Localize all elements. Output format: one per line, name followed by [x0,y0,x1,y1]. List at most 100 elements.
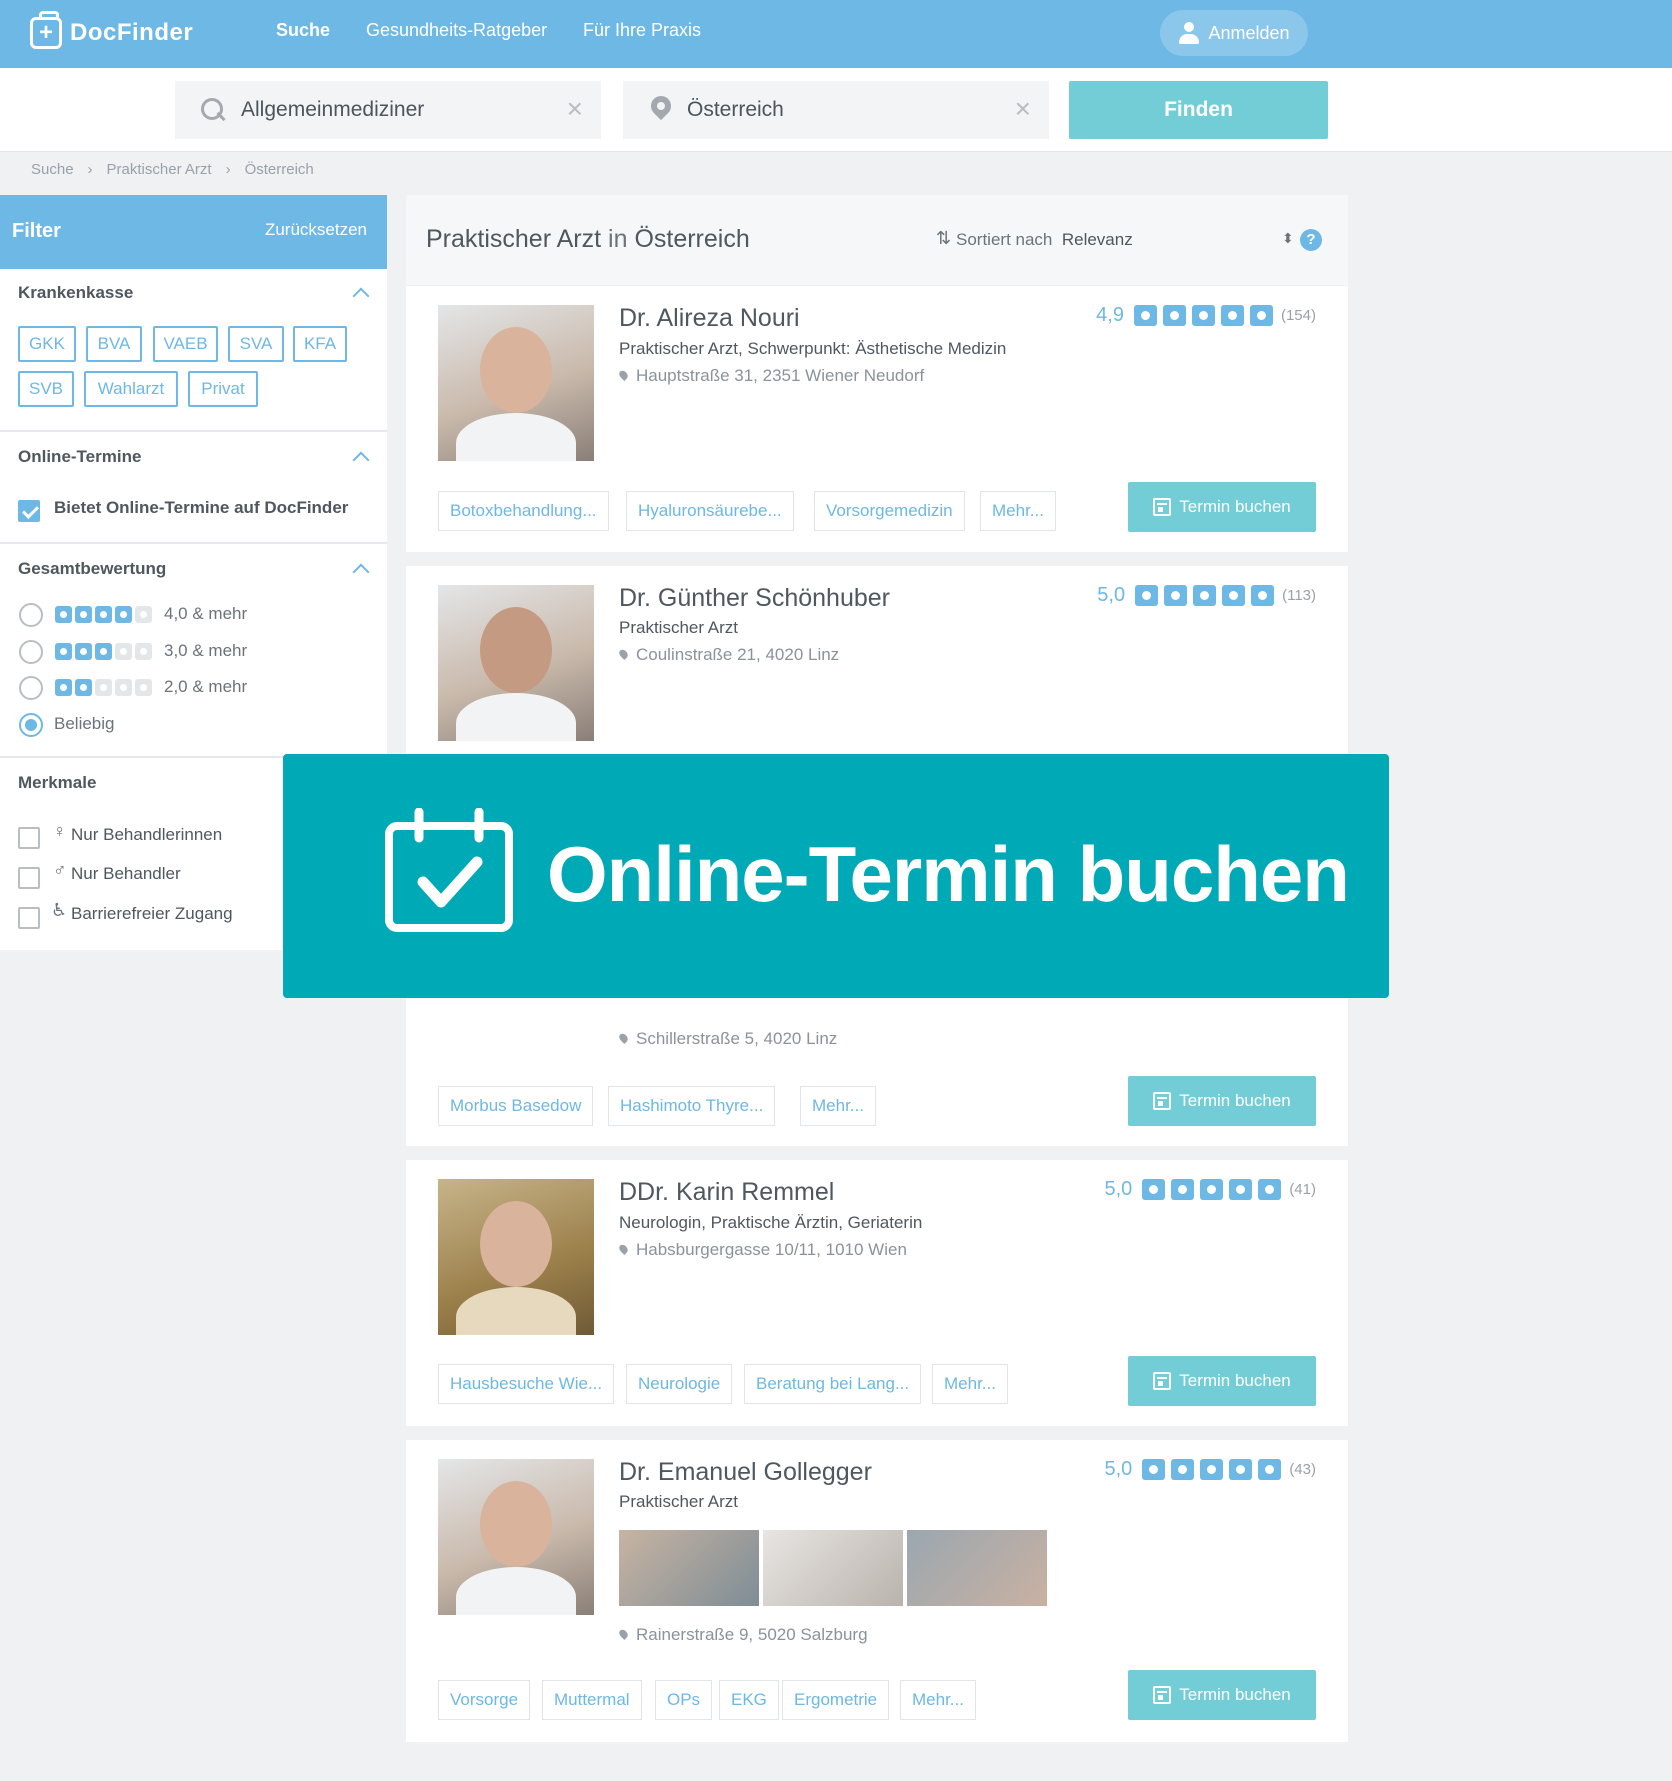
rating-star-icon [1258,1179,1282,1200]
user-icon [1178,22,1200,44]
doctor-avatar[interactable] [438,305,594,461]
section-divider [0,430,387,432]
male-only-label: Nur Behandler [71,864,181,883]
location-search-input[interactable]: Österreich × [623,81,1049,139]
practice-photo[interactable] [619,1530,759,1606]
rating-star-empty-icon [115,643,132,660]
service-tag[interactable]: Botoxbehandlung... [438,491,609,531]
doctor-card: DDr. Karin Remmel Neurologin, Praktische… [406,1160,1348,1426]
insurance-tag-privat[interactable]: Privat [188,371,258,407]
insurance-tag-svb[interactable]: SVB [18,371,74,407]
doctor-avatar[interactable] [438,1179,594,1335]
insurance-tag-bva[interactable]: BVA [86,326,142,362]
nav-fuer-ihre-praxis[interactable]: Für Ihre Praxis [583,20,701,41]
service-tag[interactable]: Hyaluronsäurebe... [626,491,794,531]
location-pin-icon [651,96,671,124]
location-pin-icon [617,648,630,660]
female-only-checkbox[interactable] [18,827,40,849]
rating-star-icon [1229,1179,1253,1200]
rating-label-2: 2,0 & mehr [164,677,248,696]
doctor-name[interactable]: Dr. Alireza Nouri [619,304,800,333]
doctor-rating[interactable]: 5,0 (43) [1105,1458,1316,1481]
doctor-avatar[interactable] [438,585,594,741]
barrier-free-checkbox[interactable] [18,907,40,929]
female-person-icon: ♀ [53,821,67,841]
rating-star-icon [1135,585,1159,606]
service-tag[interactable]: Hausbesuche Wie... [438,1364,615,1404]
doctor-address-text: Hauptstraße 31, 2351 Wiener Neudorf [636,366,925,385]
doctor-specialty: Praktischer Arzt, Schwerpunkt: Ästhetisc… [619,339,1007,358]
nav-suche[interactable]: Suche [276,20,330,41]
location-pin-icon [617,1243,630,1255]
rating-radio-any[interactable] [19,713,43,737]
book-appointment-label: Termin buchen [1179,1091,1291,1110]
service-tag[interactable]: Ergometrie [782,1680,890,1720]
service-tag-more[interactable]: Mehr... [800,1086,876,1126]
login-button[interactable]: Anmelden [1160,10,1308,56]
book-appointment-button[interactable]: Termin buchen [1128,1076,1316,1126]
rating-radio-4[interactable] [19,603,43,627]
doctor-avatar[interactable] [438,1459,594,1615]
doctor-name[interactable]: DDr. Karin Remmel [619,1178,834,1207]
help-icon[interactable]: ? [1300,229,1322,251]
doctor-name[interactable]: Dr. Günther Schönhuber [619,584,890,613]
online-booking-banner: Online-Termin buchen [283,754,1389,998]
doctor-card: Dr. Emanuel Gollegger Praktischer Arzt 5… [406,1440,1348,1742]
nav-gesundheits-ratgeber[interactable]: Gesundheits-Ratgeber [366,20,547,41]
insurance-tag-kfa[interactable]: KFA [293,326,347,362]
book-appointment-button[interactable]: Termin buchen [1128,1670,1316,1720]
service-tag[interactable]: Muttermal [542,1680,642,1720]
clear-specialty-icon[interactable]: × [567,95,583,123]
breadcrumb-suche[interactable]: Suche [31,161,74,178]
book-appointment-button[interactable]: Termin buchen [1128,1356,1316,1406]
service-tag[interactable]: EKG [719,1680,779,1720]
insurance-tag-gkk[interactable]: GKK [18,326,76,362]
service-tag[interactable]: Neurologie [626,1364,733,1404]
service-tag-more[interactable]: Mehr... [980,491,1056,531]
rating-star-icon [55,679,72,696]
service-tag[interactable]: Hashimoto Thyre... [608,1086,776,1126]
online-appointments-checkbox[interactable] [18,500,40,522]
specialty-search-input[interactable]: Allgemeinmediziner × [175,81,601,139]
doctor-rating[interactable]: 5,0 (41) [1105,1178,1316,1201]
select-arrows-icon[interactable]: ⬍ [1282,230,1294,247]
practice-photo[interactable] [907,1530,1047,1606]
insurance-section-title: Krankenkasse [18,283,134,302]
sort-dropdown[interactable]: Sortiert nach Relevanz [956,230,1133,250]
find-button[interactable]: Finden [1069,81,1328,139]
clear-location-icon[interactable]: × [1015,95,1031,123]
insurance-tag-wahlarzt[interactable]: Wahlarzt [84,371,178,407]
service-tag-more[interactable]: Mehr... [900,1680,976,1720]
insurance-tag-sva[interactable]: SVA [228,326,284,362]
male-only-checkbox[interactable] [18,867,40,889]
doctor-address-text: Habsburgergasse 10/11, 1010 Wien [636,1240,907,1259]
doctor-address: Coulinstraße 21, 4020 Linz [617,645,839,665]
search-icon [201,98,225,122]
collapse-online-icon[interactable] [352,451,370,469]
rating-star-icon [1193,585,1217,606]
doctor-rating[interactable]: 5,0 (113) [1097,584,1316,607]
service-tag[interactable]: Beratung bei Lang... [744,1364,922,1404]
doctor-name[interactable]: Dr. Emanuel Gollegger [619,1458,872,1487]
service-tag[interactable]: Vorsorge [438,1680,531,1720]
rating-star-icon [55,643,72,660]
service-tag[interactable]: Morbus Basedow [438,1086,594,1126]
results-title: Praktischer Arzt in Österreich [426,225,750,254]
insurance-tag-vaeb[interactable]: VAEB [153,326,218,362]
filter-reset-link[interactable]: Zurücksetzen [265,220,367,240]
book-appointment-button[interactable]: Termin buchen [1128,482,1316,532]
rating-radio-2[interactable] [19,676,43,700]
collapse-rating-icon[interactable] [352,563,370,581]
breadcrumb-praktischer-arzt[interactable]: Praktischer Arzt [107,161,212,178]
practice-photo[interactable] [763,1530,903,1606]
rating-radio-3[interactable] [19,640,43,664]
doctor-rating[interactable]: 4,9 (154) [1096,304,1316,327]
service-tag-more[interactable]: Mehr... [932,1364,1008,1404]
collapse-insurance-icon[interactable] [352,287,370,305]
service-tag[interactable]: OPs [655,1680,713,1720]
search-bar: Allgemeinmediziner × Österreich × Finden [0,68,1672,152]
docfinder-logo[interactable]: + DocFinder [30,11,193,53]
rating-star-icon [95,606,112,623]
rating-count: (41) [1289,1181,1316,1198]
service-tag[interactable]: Vorsorgemedizin [814,491,965,531]
